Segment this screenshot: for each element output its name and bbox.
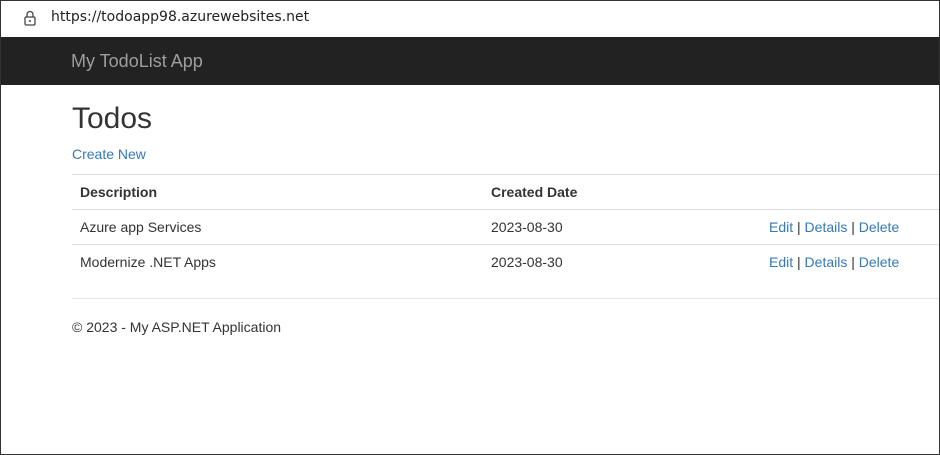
header-description: Description [80,184,158,200]
footer-text: © 2023 - My ASP.NET Application [72,319,282,335]
separator: | [797,219,801,235]
separator: | [851,219,855,235]
row-created-date: 2023-08-30 [491,254,563,270]
row-actions: Edit | Details | Delete [769,254,899,270]
navbar: My TodoList App [1,37,939,85]
details-link[interactable]: Details [805,219,848,235]
separator: | [797,254,801,270]
header-created-date: Created Date [491,184,578,200]
row-created-date: 2023-08-30 [491,219,563,235]
table-row: Azure app Services 2023-08-30 Edit | Det… [72,209,939,245]
row-actions: Edit | Details | Delete [769,219,899,235]
lock-icon[interactable] [23,10,37,26]
table-row: Modernize .NET Apps 2023-08-30 Edit | De… [72,244,939,280]
create-new-link[interactable]: Create New [72,146,146,162]
row-description: Azure app Services [80,219,202,235]
footer-divider [72,298,939,299]
details-link[interactable]: Details [805,254,848,270]
row-description: Modernize .NET Apps [80,254,216,270]
edit-link[interactable]: Edit [769,219,793,235]
table-header-row: Description Created Date [72,174,939,210]
delete-link[interactable]: Delete [859,219,899,235]
browser-window: https://todoapp98.azurewebsites.net My T… [0,0,940,455]
delete-link[interactable]: Delete [859,254,899,270]
address-bar[interactable]: https://todoapp98.azurewebsites.net [1,1,939,34]
page-title: Todos [72,102,153,135]
separator: | [851,254,855,270]
navbar-brand[interactable]: My TodoList App [71,51,203,72]
url-text[interactable]: https://todoapp98.azurewebsites.net [51,9,309,25]
edit-link[interactable]: Edit [769,254,793,270]
